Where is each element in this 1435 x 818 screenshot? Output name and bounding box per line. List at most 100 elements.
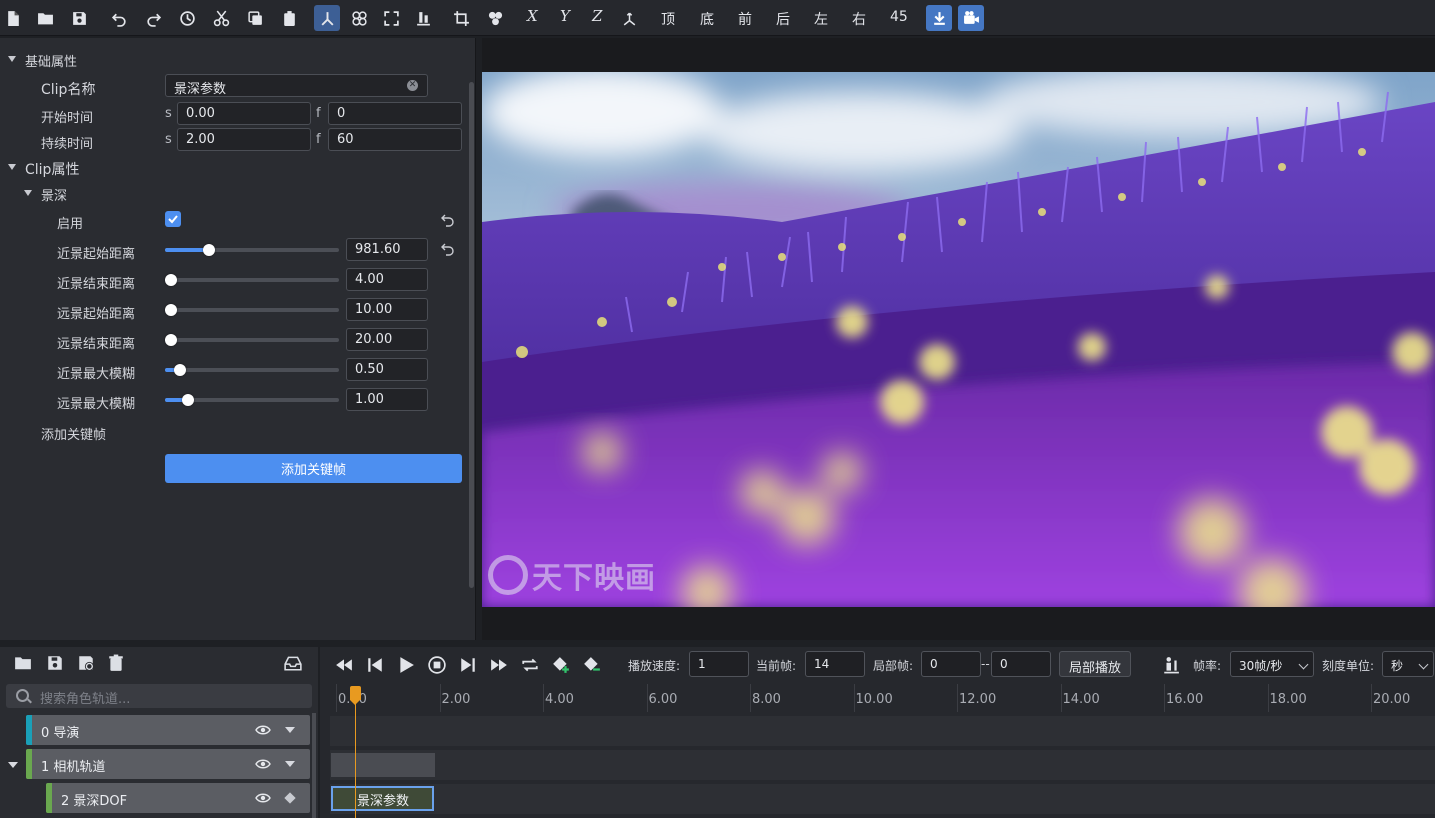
reset-slider-icon[interactable] (441, 242, 455, 256)
fast-forward-icon[interactable] (488, 655, 510, 675)
save-icon[interactable] (66, 5, 92, 31)
dof-clip[interactable]: 景深参数 (331, 786, 434, 811)
slider-thumb[interactable] (165, 274, 177, 286)
remove-keyframe-icon[interactable] (581, 655, 603, 675)
save-as-icon[interactable] (77, 654, 95, 672)
current-frame-input[interactable]: 14 (805, 651, 865, 677)
track-search-input[interactable]: 搜索角色轨道... (6, 684, 312, 708)
loop-icon[interactable] (519, 655, 541, 675)
previous-frame-icon[interactable] (364, 655, 386, 675)
drop-to-ground-icon[interactable] (926, 5, 952, 31)
slider-value-input[interactable]: 20.00 (346, 328, 428, 351)
view-front-button[interactable]: 前 (738, 9, 752, 29)
track-lane-camera[interactable] (330, 750, 1435, 780)
scene-viewport[interactable]: 天下映画 (482, 38, 1435, 640)
clip-section-caret-icon[interactable] (8, 164, 16, 170)
slider-track[interactable] (165, 394, 339, 406)
slider-track[interactable] (165, 274, 339, 286)
track-list-scrollbar[interactable] (312, 713, 316, 818)
axis-y-button[interactable]: Y (560, 7, 570, 25)
dof-section-caret-icon[interactable] (24, 190, 32, 196)
slider-track[interactable] (165, 244, 339, 256)
new-file-icon[interactable] (0, 5, 26, 31)
history-icon[interactable] (174, 5, 200, 31)
paste-icon[interactable] (276, 5, 302, 31)
axes-icon[interactable] (616, 5, 642, 31)
character-icon[interactable] (1160, 655, 1182, 675)
open-folder-icon[interactable] (32, 5, 58, 31)
slider-thumb[interactable] (165, 304, 177, 316)
cut-icon[interactable] (208, 5, 234, 31)
slider-thumb[interactable] (165, 334, 177, 346)
camera-view-icon[interactable] (958, 5, 984, 31)
scene-render[interactable]: 天下映画 (482, 72, 1435, 607)
expand-caret-icon[interactable] (8, 762, 18, 768)
add-keyframe-button[interactable]: 添加关键帧 (165, 454, 462, 483)
slider-value-input[interactable]: 1.00 (346, 388, 428, 411)
track-lane-dof[interactable] (330, 784, 1435, 814)
undo-icon[interactable] (106, 5, 132, 31)
keyframe-diamond-icon[interactable] (284, 792, 296, 804)
add-keyframe-icon[interactable] (550, 655, 572, 675)
basic-section-caret-icon[interactable] (8, 56, 16, 62)
playhead-line[interactable] (355, 700, 356, 818)
dof-section-title[interactable]: 景深 (41, 185, 67, 204)
play-icon[interactable] (395, 655, 417, 675)
move-gizmo-icon[interactable] (314, 5, 340, 31)
slider-thumb[interactable] (173, 364, 186, 376)
eye-icon[interactable] (255, 792, 271, 804)
view-left-button[interactable]: 左 (814, 9, 828, 29)
copy-icon[interactable] (242, 5, 268, 31)
rotate-gizmo-icon[interactable] (346, 5, 372, 31)
track-menu-chevron-icon[interactable] (285, 727, 295, 733)
axis-x-button[interactable]: X (527, 7, 538, 25)
track-row[interactable]: 0 导演 (26, 715, 310, 745)
view-back-button[interactable]: 后 (776, 9, 790, 29)
axis-z-button[interactable]: Z (592, 7, 602, 25)
inbox-icon[interactable] (284, 654, 302, 672)
local-play-button[interactable]: 局部播放 (1059, 651, 1132, 677)
align-bottom-icon[interactable] (410, 5, 436, 31)
slider-value-input[interactable]: 0.50 (346, 358, 428, 381)
unit-select[interactable]: 秒 (1382, 651, 1434, 677)
start-seconds-input[interactable]: 0.00 (177, 102, 311, 125)
track-row[interactable]: 1 相机轨道 (26, 749, 310, 779)
eye-icon[interactable] (255, 758, 271, 770)
slider-track[interactable] (165, 364, 339, 376)
slider-track[interactable] (165, 334, 339, 346)
playhead-handle[interactable] (350, 686, 361, 705)
start-frames-input[interactable]: 0 (328, 102, 462, 125)
fps-select[interactable]: 30帧/秒 (1230, 651, 1314, 677)
local-frame-start-input[interactable]: 0 (921, 651, 981, 677)
stop-icon[interactable] (426, 655, 448, 675)
basic-section-title[interactable]: 基础属性 (25, 51, 77, 70)
duration-frames-input[interactable]: 60 (328, 128, 462, 151)
slider-thumb[interactable] (182, 394, 195, 406)
slider-value-input[interactable]: 4.00 (346, 268, 428, 291)
view-top-button[interactable]: 顶 (661, 9, 675, 29)
slider-track[interactable] (165, 304, 339, 316)
slider-value-input[interactable]: 981.60 (346, 238, 428, 261)
slider-thumb[interactable] (203, 244, 216, 256)
delete-icon[interactable] (107, 654, 125, 672)
view-right-button[interactable]: 右 (852, 9, 866, 29)
enable-checkbox[interactable] (165, 211, 181, 227)
eye-icon[interactable] (255, 724, 271, 736)
clip-section-title[interactable]: Clip属性 (25, 159, 79, 179)
local-frame-end-input[interactable]: 0 (991, 651, 1051, 677)
reset-enable-icon[interactable] (441, 213, 455, 227)
crop-icon[interactable] (448, 5, 474, 31)
redo-icon[interactable] (140, 5, 166, 31)
property-panel-scrollbar[interactable] (469, 82, 474, 588)
track-row[interactable]: 2 景深DOF (46, 783, 310, 813)
slider-value-input[interactable]: 10.00 (346, 298, 428, 321)
track-lane-director[interactable] (330, 716, 1435, 746)
camera-track-clip[interactable] (331, 753, 435, 777)
open-folder-icon[interactable] (14, 654, 32, 672)
view-bottom-button[interactable]: 底 (700, 9, 714, 29)
timeline-ruler[interactable]: 0.002.004.006.008.0010.0012.0014.0016.00… (330, 684, 1435, 712)
save-icon[interactable] (46, 654, 64, 672)
view-45-button[interactable]: 45 (890, 9, 908, 25)
rewind-icon[interactable] (333, 655, 355, 675)
track-menu-chevron-icon[interactable] (285, 761, 295, 767)
